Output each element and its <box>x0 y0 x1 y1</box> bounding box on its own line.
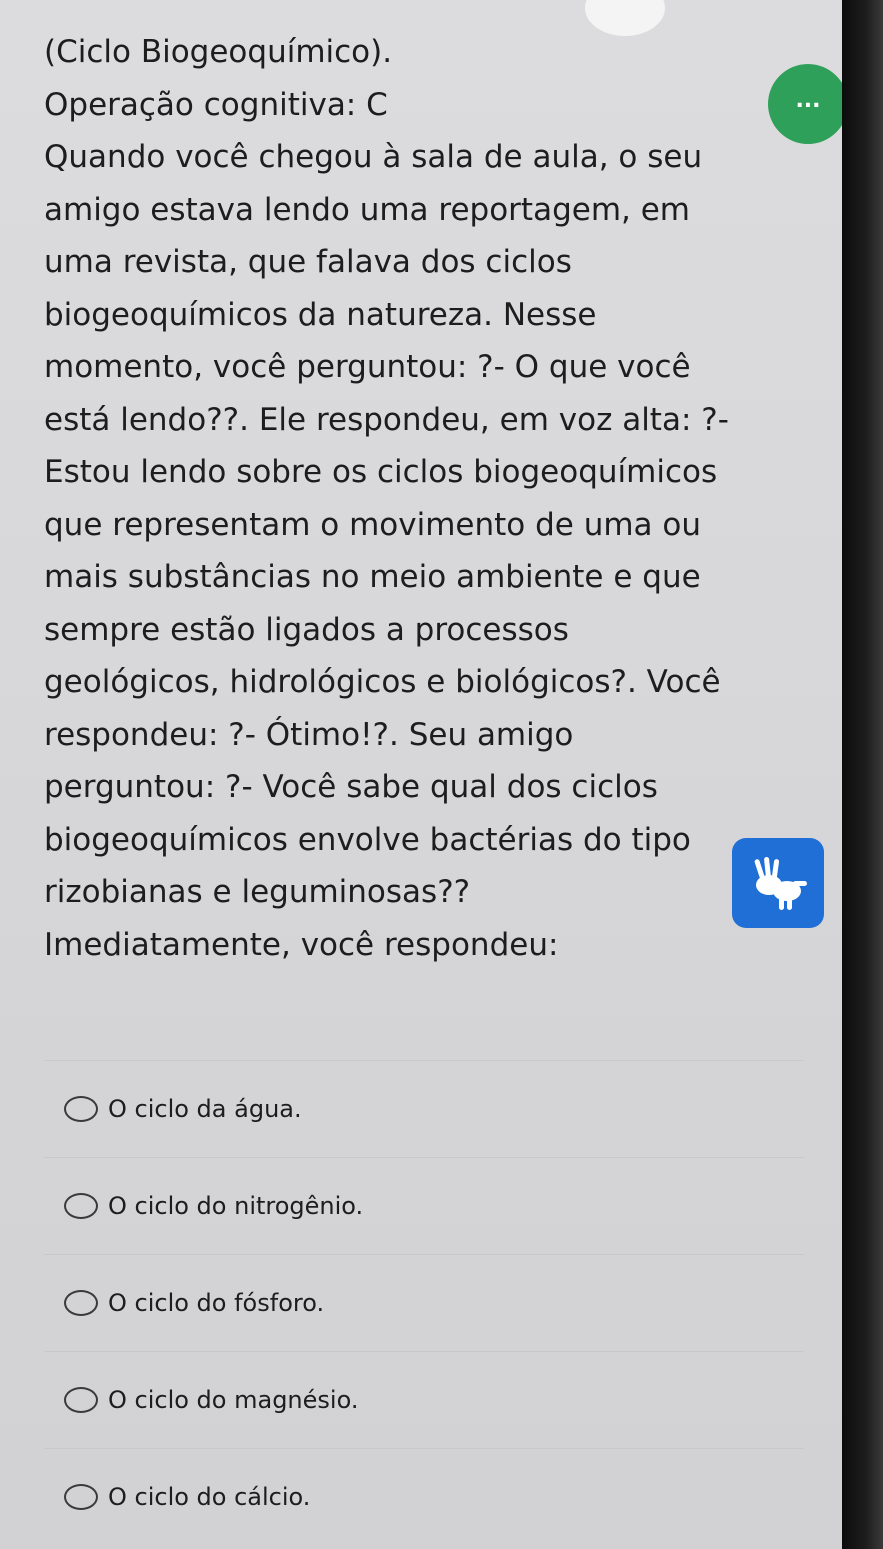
answer-options: O ciclo da água. O ciclo do nitrogênio. … <box>44 1060 804 1545</box>
question-line: momento, você perguntou: ?- O que você <box>44 349 691 385</box>
question-text: (Ciclo Biogeoquímico). Operação cognitiv… <box>44 26 824 971</box>
option-label: O ciclo do magnésio. <box>108 1386 359 1414</box>
more-options-label: ... <box>795 88 821 113</box>
phone-bezel <box>842 0 883 1549</box>
question-line: uma revista, que falava dos ciclos <box>44 244 572 280</box>
radio-button[interactable] <box>64 1387 98 1413</box>
radio-button[interactable] <box>64 1290 98 1316</box>
question-line: geológicos, hidrológicos e biológicos?. … <box>44 664 721 700</box>
option-item[interactable]: O ciclo do cálcio. <box>44 1448 804 1545</box>
question-line: sempre estão ligados a processos <box>44 611 569 648</box>
radio-button[interactable] <box>64 1484 98 1510</box>
sign-language-button[interactable] <box>732 838 824 928</box>
option-item[interactable]: O ciclo da água. <box>44 1060 804 1157</box>
question-line: perguntou: ?- Você sabe qual dos ciclos <box>44 769 658 805</box>
question-line: mais substâncias no meio ambiente e que <box>44 559 701 595</box>
radio-button[interactable] <box>64 1193 98 1219</box>
option-item[interactable]: O ciclo do fósforo. <box>44 1254 804 1351</box>
question-line: amigo estava lendo uma reportagem, em <box>44 191 691 228</box>
question-line: que representam o movimento de uma ou <box>44 506 702 543</box>
question-line: Estou lendo sobre os ciclos biogeoquímic… <box>44 454 718 490</box>
option-label: O ciclo da água. <box>108 1095 302 1123</box>
question-line: respondeu: ?- Ótimo!?. Seu amigo <box>44 716 574 753</box>
question-line: (Ciclo Biogeoquímico). <box>44 34 393 70</box>
option-label: O ciclo do nitrogênio. <box>108 1192 364 1220</box>
question-line: Imediatamente, você respondeu: <box>44 926 559 963</box>
option-label: O ciclo do cálcio. <box>108 1483 311 1511</box>
radio-button[interactable] <box>64 1096 98 1122</box>
question-line: está lendo??. Ele respondeu, em voz alta… <box>44 401 729 438</box>
question-line: Operação cognitiva: C <box>44 86 388 123</box>
option-label: O ciclo do fósforo. <box>108 1289 325 1317</box>
phone-screen: (Ciclo Biogeoquímico). Operação cognitiv… <box>0 0 862 1549</box>
sign-language-hands-icon <box>754 856 807 910</box>
option-item[interactable]: O ciclo do nitrogênio. <box>44 1157 804 1254</box>
question-line: rizobianas e leguminosas?? <box>44 874 471 910</box>
option-item[interactable]: O ciclo do magnésio. <box>44 1351 804 1448</box>
question-line: biogeoquímicos envolve bactérias do tipo <box>44 821 691 858</box>
question-line: Quando você chegou à sala de aula, o seu <box>44 139 703 175</box>
question-line: biogeoquímicos da natureza. Nesse <box>44 296 597 333</box>
more-options-button[interactable]: ... <box>768 64 848 144</box>
